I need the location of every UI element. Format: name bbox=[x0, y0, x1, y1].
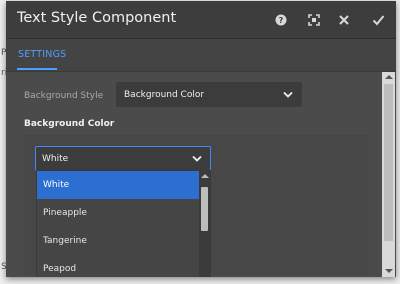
dialog-content: Background Style Background Color Backgr… bbox=[6, 72, 396, 277]
dropdown-scrollbar-thumb[interactable] bbox=[201, 187, 208, 231]
background-color-select[interactable]: White bbox=[35, 146, 211, 171]
help-button[interactable]: ? bbox=[270, 9, 292, 31]
dropdown-scrollbar[interactable] bbox=[199, 171, 210, 277]
content-scrollbar[interactable] bbox=[382, 72, 395, 277]
done-checkmark-icon bbox=[372, 15, 384, 26]
fullscreen-icon bbox=[308, 14, 320, 26]
dialog-title: Text Style Component bbox=[17, 10, 177, 26]
dialog-titlebar: Text Style Component ? bbox=[6, 1, 396, 39]
chevron-down-icon bbox=[283, 91, 293, 98]
dropdown-option-tangerine[interactable]: Tangerine bbox=[37, 227, 200, 255]
dropdown-option-peapod[interactable]: Peapod bbox=[37, 255, 200, 277]
close-icon bbox=[339, 15, 349, 25]
background-color-value: White bbox=[42, 154, 69, 164]
background-color-dropdown: White Pineapple Tangerine Peapod bbox=[36, 170, 211, 277]
chevron-down-icon bbox=[192, 155, 202, 162]
scroll-down-arrow-icon[interactable] bbox=[384, 269, 393, 273]
dialog: Text Style Component ? SETTINGS Backgrou… bbox=[6, 1, 396, 277]
dropdown-option-white[interactable]: White bbox=[37, 171, 200, 199]
fullscreen-button[interactable] bbox=[303, 9, 325, 31]
close-button[interactable] bbox=[333, 9, 355, 31]
content-scrollbar-thumb[interactable] bbox=[384, 84, 393, 241]
tab-active-indicator bbox=[17, 68, 57, 70]
help-icon: ? bbox=[275, 14, 287, 26]
scroll-up-arrow-icon[interactable] bbox=[384, 75, 393, 79]
svg-text:?: ? bbox=[279, 16, 284, 25]
tab-settings[interactable]: SETTINGS bbox=[18, 49, 66, 60]
background-style-select[interactable]: Background Color bbox=[116, 82, 302, 107]
scroll-up-arrow-icon[interactable] bbox=[200, 174, 209, 178]
dropdown-option-pineapple[interactable]: Pineapple bbox=[37, 199, 200, 227]
done-button[interactable] bbox=[367, 9, 389, 31]
tab-bar: SETTINGS bbox=[6, 39, 396, 72]
background-style-value: Background Color bbox=[124, 90, 205, 100]
background-color-heading: Background Color bbox=[24, 119, 115, 129]
background-style-label: Background Style bbox=[24, 91, 104, 101]
